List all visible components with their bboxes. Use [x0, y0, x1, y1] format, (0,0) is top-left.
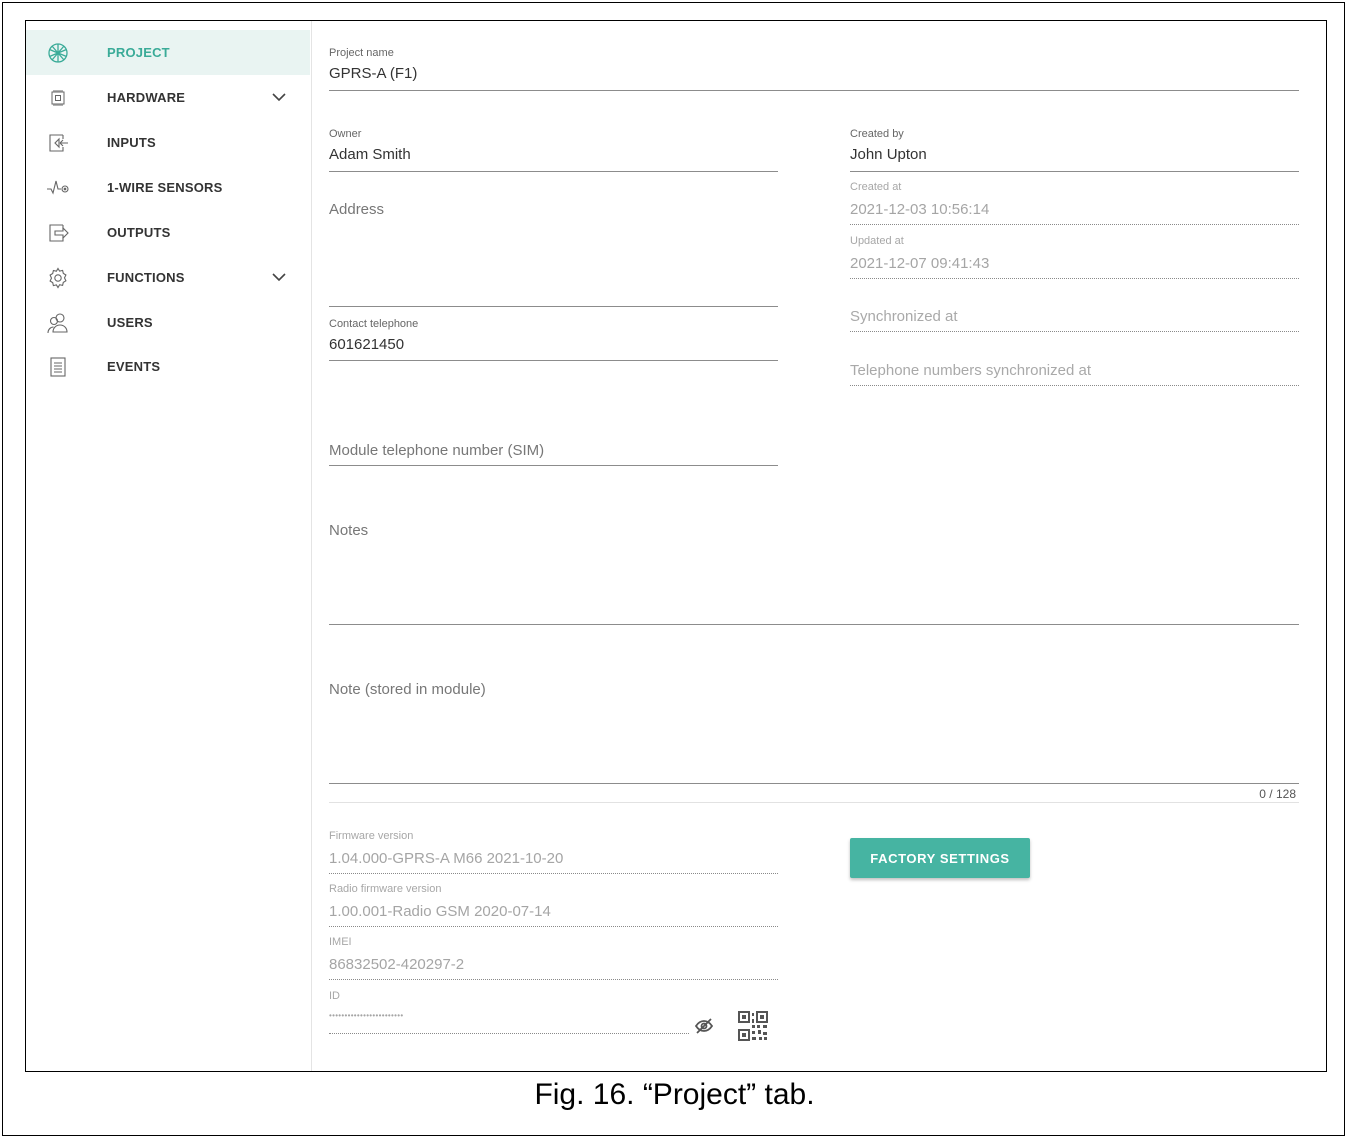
project-icon — [46, 41, 70, 65]
owner-label: Owner — [329, 128, 362, 140]
sidebar-item-project[interactable]: PROJECT — [26, 30, 310, 75]
project-name-field[interactable]: Project name GPRS-A (F1) — [329, 47, 1299, 93]
underline — [850, 171, 1299, 172]
factory-settings-button[interactable]: FACTORY SETTINGS — [850, 838, 1030, 878]
id-value: •••••••••••••••••••••••• — [329, 1011, 404, 1020]
sidebar-item-label: PROJECT — [107, 45, 170, 60]
contact-telephone-value[interactable]: 601621450 — [329, 336, 404, 353]
sidebar-item-hardware[interactable]: HARDWARE — [26, 75, 310, 120]
module-note-field[interactable]: Note (stored in module) — [329, 681, 1299, 787]
contact-telephone-label: Contact telephone — [329, 318, 419, 330]
underline — [329, 1033, 689, 1034]
sidebar: PROJECT HARDWARE INPUTS 1-WIRE SENSORS O… — [26, 21, 312, 1071]
sidebar-item-inputs[interactable]: INPUTS — [26, 120, 310, 165]
sidebar-item-label: FUNCTIONS — [107, 270, 185, 285]
created-at-value: 2021-12-03 10:56:14 — [850, 201, 990, 218]
module-telephone-placeholder: Module telephone number (SIM) — [329, 442, 545, 459]
underline — [329, 360, 778, 361]
hardware-chip-icon — [46, 86, 70, 110]
underline — [329, 926, 778, 927]
eye-off-icon[interactable] — [693, 1015, 715, 1037]
id-label: ID — [329, 990, 340, 1002]
firmware-version-label: Firmware version — [329, 830, 414, 842]
qr-code-icon[interactable] — [738, 1011, 768, 1041]
sidebar-item-label: USERS — [107, 315, 153, 330]
sidebar-item-label: EVENTS — [107, 359, 161, 374]
radio-firmware-version-field: Radio firmware version 1.00.001-Radio GS… — [329, 883, 778, 929]
telephone-synchronized-at-field: Telephone numbers synchronized at — [850, 362, 1299, 388]
underline — [329, 171, 778, 172]
radio-firmware-version-value: 1.00.001-Radio GSM 2020-07-14 — [329, 903, 551, 920]
created-at-field: Created at 2021-12-03 10:56:14 — [850, 181, 1299, 227]
users-icon — [46, 311, 70, 335]
telephone-synchronized-at-placeholder: Telephone numbers synchronized at — [850, 362, 1091, 379]
address-placeholder: Address — [329, 201, 385, 218]
imei-label: IMEI — [329, 936, 352, 948]
project-name-value[interactable]: GPRS-A (F1) — [329, 65, 417, 82]
underline — [329, 873, 778, 874]
underline — [850, 385, 1299, 386]
underline — [329, 624, 1299, 625]
sidebar-item-events[interactable]: EVENTS — [26, 344, 310, 389]
id-field: ID •••••••••••••••••••••••• — [329, 990, 689, 1036]
sidebar-item-label: OUTPUTS — [107, 225, 171, 240]
sidebar-item-1-wire-sensors[interactable]: 1-WIRE SENSORS — [26, 165, 310, 210]
underline — [850, 278, 1299, 279]
notes-field[interactable]: Notes — [329, 522, 1299, 628]
character-counter: 0 / 128 — [1259, 787, 1296, 801]
module-telephone-field[interactable]: Module telephone number (SIM) — [329, 442, 778, 468]
synchronized-at-field: Synchronized at — [850, 308, 1299, 334]
address-field[interactable]: Address — [329, 201, 778, 309]
figure-caption: Fig. 16. “Project” tab. — [534, 1078, 815, 1111]
created-by-value[interactable]: John Upton — [850, 146, 927, 163]
sidebar-item-label: 1-WIRE SENSORS — [107, 180, 223, 195]
underline — [329, 306, 778, 307]
created-by-field[interactable]: Created by John Upton — [850, 128, 1299, 174]
created-at-label: Created at — [850, 181, 902, 193]
chevron-down-icon[interactable] — [270, 268, 288, 286]
synchronized-at-placeholder: Synchronized at — [850, 308, 958, 325]
owner-field[interactable]: Owner Adam Smith — [329, 128, 778, 174]
underline — [850, 331, 1299, 332]
radio-firmware-version-label: Radio firmware version — [329, 883, 442, 895]
notes-placeholder: Notes — [329, 522, 369, 539]
sidebar-item-outputs[interactable]: OUTPUTS — [26, 210, 310, 255]
sidebar-item-label: HARDWARE — [107, 90, 186, 105]
gear-icon — [46, 266, 70, 290]
inputs-icon — [46, 131, 70, 155]
firmware-version-value: 1.04.000-GPRS-A M66 2021-10-20 — [329, 850, 564, 867]
project-name-label: Project name — [329, 47, 394, 59]
contact-telephone-field[interactable]: Contact telephone 601621450 — [329, 318, 778, 364]
imei-field: IMEI 86832502-420297-2 — [329, 936, 778, 982]
imei-value: 86832502-420297-2 — [329, 956, 465, 973]
created-by-label: Created by — [850, 128, 904, 140]
updated-at-field: Updated at 2021-12-07 09:41:43 — [850, 235, 1299, 281]
updated-at-label: Updated at — [850, 235, 904, 247]
sensor-icon — [46, 176, 70, 200]
underline — [329, 465, 778, 466]
underline — [329, 979, 778, 980]
outputs-icon — [46, 221, 70, 245]
underline — [850, 224, 1299, 225]
app-window: PROJECT HARDWARE INPUTS 1-WIRE SENSORS O… — [25, 20, 1327, 1072]
events-list-icon — [46, 355, 70, 379]
section-divider — [329, 802, 1299, 803]
module-note-placeholder: Note (stored in module) — [329, 681, 486, 698]
sidebar-item-users[interactable]: USERS — [26, 300, 310, 345]
underline — [329, 90, 1299, 91]
updated-at-value: 2021-12-07 09:41:43 — [850, 255, 990, 272]
owner-value[interactable]: Adam Smith — [329, 146, 411, 163]
underline — [329, 783, 1299, 784]
sidebar-item-label: INPUTS — [107, 135, 156, 150]
firmware-version-field: Firmware version 1.04.000-GPRS-A M66 202… — [329, 830, 778, 876]
chevron-down-icon[interactable] — [270, 88, 288, 106]
sidebar-item-functions[interactable]: FUNCTIONS — [26, 255, 310, 300]
